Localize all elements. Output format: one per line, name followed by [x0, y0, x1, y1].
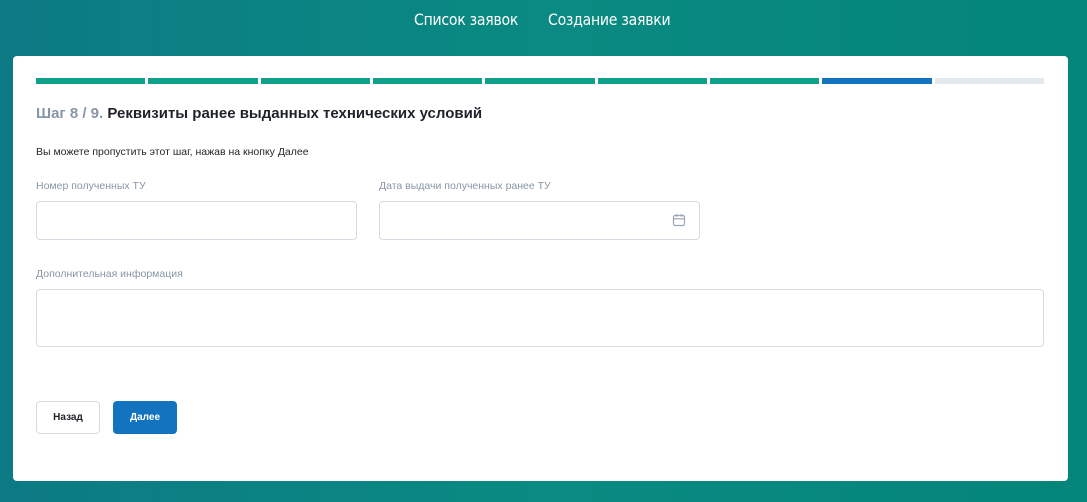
skip-hint: Вы можете пропустить этот шаг, нажав на … [36, 146, 309, 158]
tu-number-input[interactable] [36, 201, 357, 240]
progress-segment-done [485, 78, 595, 84]
step-progress-bar [36, 78, 1044, 84]
additional-info-textarea[interactable] [36, 289, 1044, 347]
progress-segment-done [36, 78, 146, 84]
top-navigation: Список заявок Создание заявки [0, 0, 1087, 42]
progress-segment-done [709, 78, 820, 84]
progress-segment-current [822, 78, 932, 84]
nav-link-request-list[interactable]: Список заявок [414, 10, 518, 29]
step-counter: Шаг 8 / 9. [36, 105, 104, 122]
step-heading: Реквизиты ранее выданных технических усл… [107, 105, 483, 122]
progress-segment-done [597, 78, 707, 84]
progress-segment-done [148, 78, 258, 84]
additional-info-label: Дополнительная информация [36, 268, 183, 280]
step-title: Шаг 8 / 9. Реквизиты ранее выданных техн… [36, 105, 482, 122]
back-button[interactable]: Назад [36, 401, 100, 434]
tu-date-input[interactable] [379, 201, 700, 240]
next-button[interactable]: Далее [113, 401, 177, 434]
progress-segment-done [260, 78, 370, 84]
calendar-icon[interactable] [672, 213, 686, 227]
progress-segment-todo [934, 78, 1044, 84]
tu-date-label: Дата выдачи полученных ранее ТУ [379, 180, 551, 192]
progress-segment-done [372, 78, 483, 84]
tu-number-label: Номер полученных ТУ [36, 180, 146, 192]
form-card: Шаг 8 / 9. Реквизиты ранее выданных техн… [13, 56, 1068, 481]
nav-link-create-request[interactable]: Создание заявки [548, 10, 671, 29]
